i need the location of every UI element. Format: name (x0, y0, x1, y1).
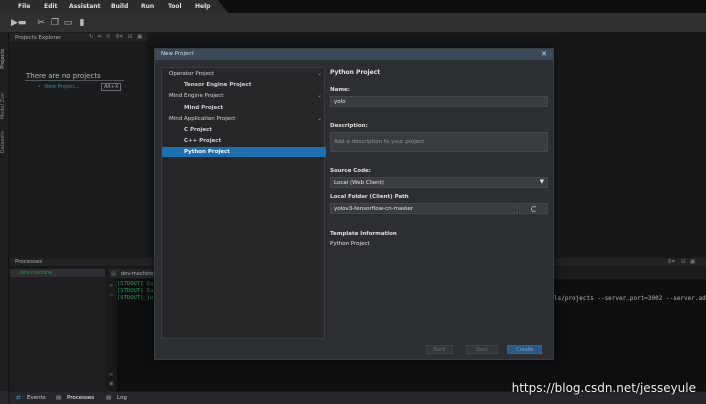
next-button[interactable]: Next (466, 345, 498, 354)
dialog-titlebar: New Project ✕ (155, 49, 553, 60)
menu-help[interactable]: Help (195, 3, 210, 10)
chevron-down-icon[interactable]: ⌄ (317, 115, 322, 122)
open-project-icon[interactable]: ▶▬ (11, 17, 26, 29)
menu-file[interactable]: File (18, 3, 30, 10)
menu-build[interactable]: Build (111, 3, 128, 10)
tree-label: Mind Project (184, 105, 224, 111)
form-heading: Python Project (330, 69, 381, 76)
tree-label: Operator Project (169, 71, 215, 77)
tree-label: Python Project (184, 149, 230, 155)
cut-icon[interactable]: ✂ (35, 17, 47, 29)
template-info-value: Python Project (330, 241, 370, 247)
source-code-label: Source Code: (330, 168, 371, 174)
close-icon[interactable]: ✕ (541, 50, 547, 58)
tree-category-mind-application[interactable]: Mind Application Project ⌄ (162, 114, 326, 124)
tab-log[interactable]: Log (117, 395, 127, 401)
menu-tool[interactable]: Tool (168, 3, 182, 10)
tree-item-c-project[interactable]: C Project (162, 125, 326, 135)
tree-item-python-project[interactable]: Python Project (162, 147, 326, 157)
tree-label: C Project (184, 127, 212, 133)
tree-label: Mind Application Project (169, 116, 236, 122)
local-folder-label: Local Folder (Client) Path (330, 194, 409, 200)
tree-label: C++ Project (184, 138, 222, 144)
dialog-footer: Back Next Create (155, 343, 553, 359)
source-code-select[interactable]: Local (Web Client) ▼ (330, 177, 548, 188)
log-icon: ▤ (106, 395, 112, 401)
chevron-down-icon[interactable]: ⌄ (317, 92, 322, 99)
dialog-title: New Project (161, 51, 194, 57)
watermark-text: https://blog.csdn.net/jesseyule (511, 381, 696, 395)
loading-spinner-icon (531, 206, 537, 212)
tree-category-operator[interactable]: Operator Project ⌄ (162, 69, 326, 79)
menu-assistant[interactable]: Assistant (69, 3, 100, 10)
source-code-value: Local (Web Client) (334, 180, 384, 186)
template-info-label: Template Information (330, 231, 397, 237)
back-button[interactable]: Back (426, 345, 453, 354)
menu-run[interactable]: Run (141, 3, 154, 10)
events-icon: ⇄ (16, 395, 21, 401)
tree-item-cpp-project[interactable]: C++ Project (162, 136, 326, 146)
description-field[interactable]: Add a description to your project (330, 132, 548, 152)
tree-label: Tensor Engine Project (184, 82, 252, 88)
toolbar: ▶▬ ✂ ❐ ▭ ▮ (0, 13, 706, 33)
description-label: Description: (330, 123, 368, 129)
tree-category-mind-engine[interactable]: Mind Engine Project ⌄ (162, 91, 326, 101)
project-type-tree: Operator Project ⌄ Tensor Engine Project… (161, 67, 326, 339)
chevron-down-icon[interactable]: ⌄ (317, 70, 322, 77)
tab-events[interactable]: Events (27, 395, 46, 401)
delete-icon[interactable]: ▮ (76, 17, 88, 29)
menu-edit[interactable]: Edit (44, 3, 57, 10)
local-folder-field[interactable]: yolov3-tensorflow-cn-master (330, 203, 518, 214)
processes-icon: ▤ (56, 395, 62, 401)
name-label: Name: (330, 87, 350, 93)
browse-button[interactable] (519, 203, 548, 214)
dropdown-arrow-icon: ▼ (539, 179, 544, 185)
name-field[interactable]: yolo (330, 96, 548, 107)
paste-icon[interactable]: ▭ (62, 17, 74, 29)
tree-item-mind-project[interactable]: Mind Project (162, 103, 326, 113)
tree-item-tensor-engine[interactable]: Tensor Engine Project (162, 80, 326, 90)
copy-icon[interactable]: ❐ (49, 17, 61, 29)
create-button[interactable]: Create (507, 345, 542, 354)
tree-label: Mind Engine Project (169, 93, 224, 99)
tab-processes[interactable]: Processes (67, 395, 94, 401)
menu-bar: File Edit Assistant Build Run Tool Help (0, 0, 706, 13)
new-project-dialog: New Project ✕ Operator Project ⌄ Tensor … (154, 48, 554, 360)
